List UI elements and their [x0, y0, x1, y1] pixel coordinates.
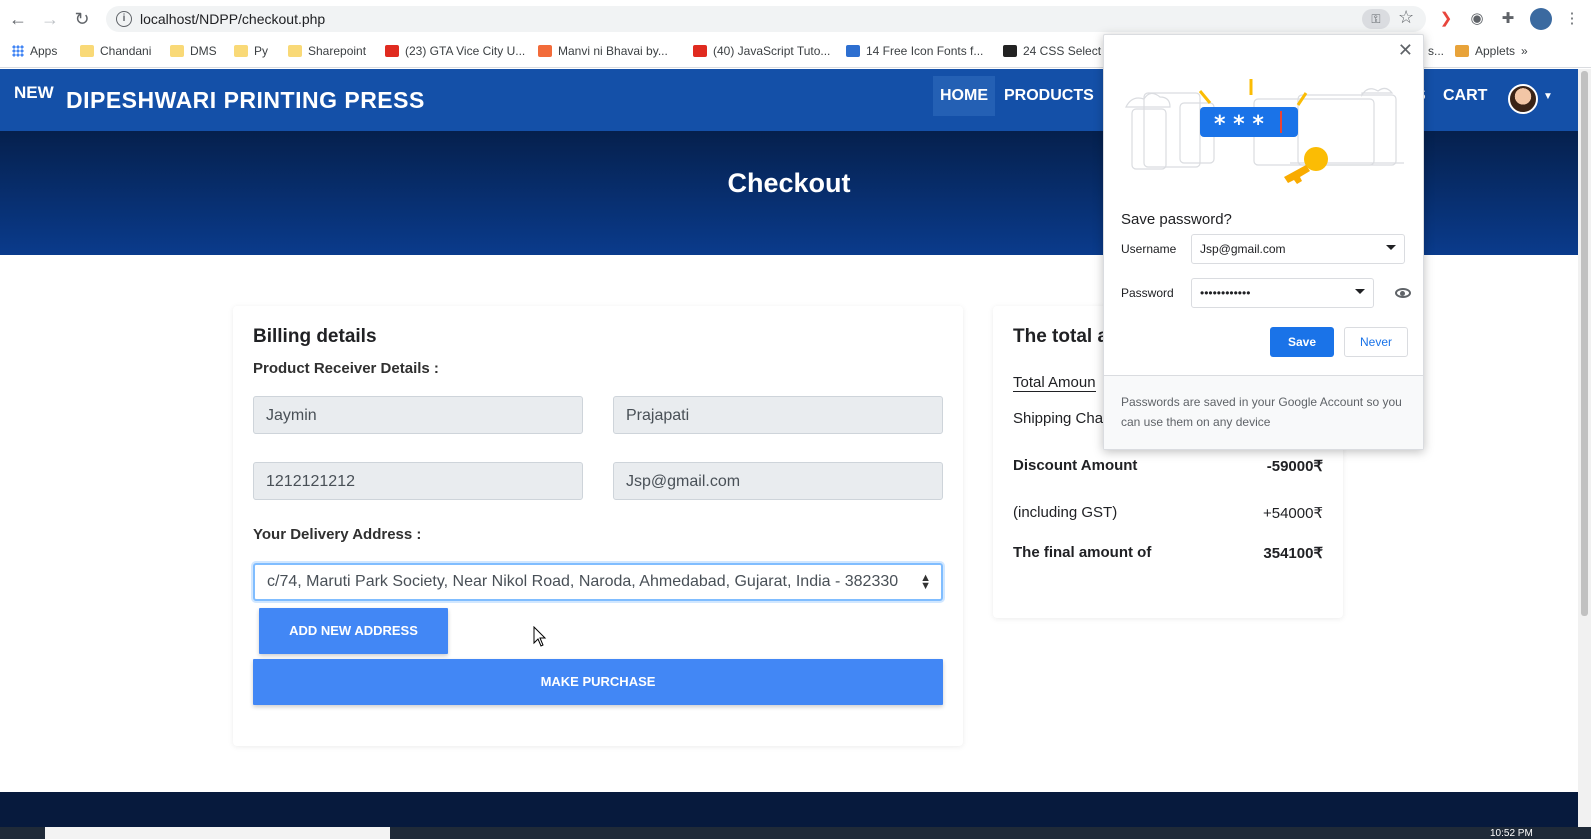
site-icon — [1455, 45, 1469, 57]
site-footer — [0, 792, 1578, 828]
bookmark-javascript[interactable]: (40) JavaScript Tuto... — [693, 44, 830, 58]
bookmark-sharepoint[interactable]: Sharepoint — [288, 44, 366, 58]
brand-title[interactable]: DIPESHWARI PRINTING PRESS — [66, 87, 425, 114]
bookmark-chandani[interactable]: Chandani — [80, 44, 151, 58]
discount-amount-row: Discount Amount -59000₹ — [1013, 457, 1323, 475]
star-bookmark-icon[interactable]: ☆ — [1398, 7, 1414, 28]
kebab-menu-icon[interactable]: ⋮ — [1562, 9, 1582, 29]
add-new-address-button[interactable]: ADD NEW ADDRESS — [259, 608, 448, 654]
bookmark-gta[interactable]: (23) GTA Vice City U... — [385, 44, 525, 58]
nav-products[interactable]: PRODUCTS — [1004, 87, 1094, 105]
browser-toolbar: ← → ↻ i localhost/NDPP/checkout.php ⚿ ☆ … — [0, 0, 1591, 38]
os-taskbar: 10:52 PM — [0, 827, 1591, 839]
password-dropdown[interactable]: •••••••••••• — [1191, 278, 1374, 308]
camera-icon[interactable]: ◉ — [1467, 9, 1487, 29]
delivery-address-select[interactable]: c/74, Maruti Park Society, Near Nikol Ro… — [253, 563, 943, 601]
email-field[interactable]: Jsp@gmail.com — [613, 462, 943, 500]
url-text[interactable]: localhost/NDPP/checkout.php — [140, 11, 325, 27]
puzzle-extensions-icon[interactable]: ✚ — [1498, 9, 1518, 29]
extension-icon[interactable]: ❯ — [1436, 9, 1456, 29]
save-password-title: Save password? — [1121, 211, 1232, 228]
folder-icon — [80, 45, 94, 57]
mouse-cursor-icon — [533, 626, 547, 647]
billing-card: Billing details Product Receiver Details… — [233, 306, 963, 746]
profile-avatar-icon[interactable] — [1530, 8, 1552, 30]
apps-grid-icon — [12, 45, 24, 57]
password-key-icon[interactable]: ⚿ — [1362, 9, 1390, 29]
illustration-stars: * * * — [1214, 112, 1264, 137]
phone-field[interactable]: 1212121212 — [253, 462, 583, 500]
chevron-down-icon[interactable]: ▼ — [1543, 91, 1553, 102]
username-dropdown[interactable]: Jsp@gmail.com — [1191, 234, 1405, 264]
receiver-details-label: Product Receiver Details : — [253, 360, 439, 377]
chevron-down-icon — [1355, 289, 1365, 294]
folder-icon — [288, 45, 302, 57]
eye-show-password-icon[interactable] — [1395, 288, 1411, 298]
site-icon — [1003, 45, 1017, 57]
bookmark-applets[interactable]: Applets» — [1455, 44, 1528, 58]
folder-icon — [234, 45, 248, 57]
make-purchase-button[interactable]: MAKE PURCHASE — [253, 659, 943, 705]
billing-title: Billing details — [253, 326, 377, 347]
delivery-address-value: c/74, Maruti Park Society, Near Nikol Ro… — [267, 573, 899, 590]
totals-title: The total a — [1013, 326, 1109, 347]
taskbar-search[interactable] — [45, 827, 390, 839]
bookmark-manvi[interactable]: Manvi ni Bhavai by... — [538, 44, 668, 58]
site-info-icon[interactable]: i — [116, 11, 132, 27]
reload-icon[interactable]: ↻ — [72, 9, 92, 29]
address-bar[interactable]: i localhost/NDPP/checkout.php — [106, 6, 1426, 32]
save-password-popup: ✕ * * * Save password? Username Jsp@gmai… — [1103, 34, 1424, 450]
nav-home[interactable]: HOME — [940, 87, 988, 105]
password-label: Password — [1121, 286, 1174, 300]
password-illustration: * * * — [1125, 79, 1404, 184]
folder-icon — [170, 45, 184, 57]
site-icon — [846, 45, 860, 57]
bookmark-apps[interactable]: Apps — [12, 44, 57, 58]
save-button[interactable]: Save — [1270, 327, 1334, 357]
final-amount-row: The final amount of 354100₹ — [1013, 544, 1323, 562]
last-name-field[interactable]: Prajapati — [613, 396, 943, 434]
first-name-field[interactable]: Jaymin — [253, 396, 583, 434]
site-icon — [538, 45, 552, 57]
nav-cart[interactable]: CART — [1443, 87, 1487, 105]
youtube-icon — [385, 45, 399, 57]
chevron-down-icon — [1386, 245, 1396, 250]
bookmark-dms[interactable]: DMS — [170, 44, 217, 58]
scrollbar-thumb[interactable] — [1581, 71, 1588, 616]
username-label: Username — [1121, 242, 1177, 256]
user-avatar[interactable] — [1508, 84, 1538, 114]
bookmark-truncated[interactable]: s... — [1428, 44, 1444, 58]
taskbar-clock: 10:52 PM — [1490, 828, 1533, 839]
brand-new-label: NEW — [14, 83, 54, 102]
arrow-right-icon[interactable]: → — [40, 9, 60, 29]
gst-row: (including GST) +54000₹ — [1013, 504, 1323, 522]
bookmark-py[interactable]: Py — [234, 44, 268, 58]
page-scrollbar[interactable] — [1578, 69, 1591, 827]
password-footer-text: Passwords are saved in your Google Accou… — [1104, 375, 1423, 449]
bookmark-icon-fonts[interactable]: 14 Free Icon Fonts f... — [846, 44, 983, 58]
select-arrows-icon: ▲ ▼ — [920, 572, 931, 592]
arrow-left-icon[interactable]: ← — [8, 9, 28, 29]
bookmark-css-select[interactable]: 24 CSS Select E — [1003, 44, 1112, 58]
delivery-address-label: Your Delivery Address : — [253, 526, 422, 543]
never-button[interactable]: Never — [1344, 327, 1408, 357]
youtube-icon — [693, 45, 707, 57]
